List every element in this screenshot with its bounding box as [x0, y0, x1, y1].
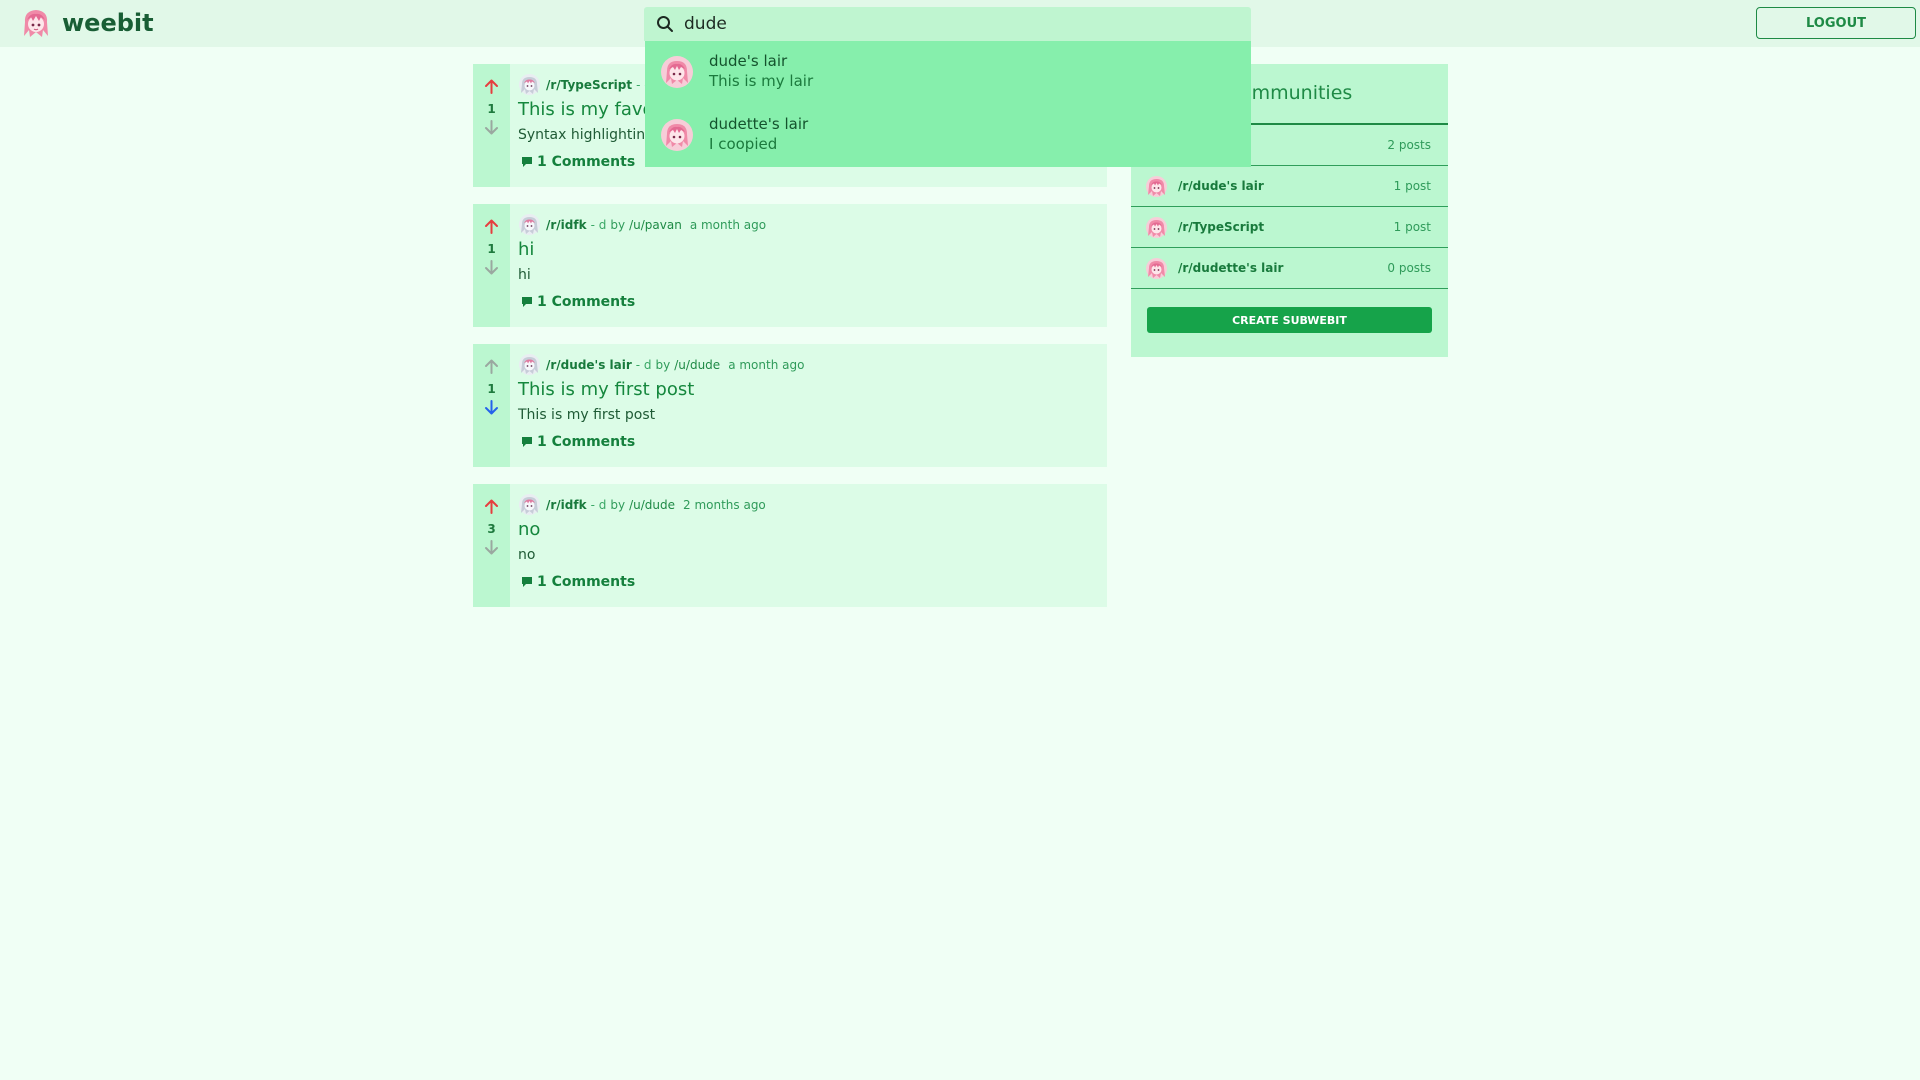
downvote-arrow-icon[interactable] [483, 539, 500, 556]
subreddit-avatar-icon [519, 354, 540, 375]
community-name-link[interactable]: /r/dudette's lair [1178, 261, 1283, 275]
post-timestamp[interactable]: 2 months ago [683, 498, 766, 512]
community-post-count: 0 posts [1387, 261, 1431, 275]
vote-column: 1 [473, 64, 510, 187]
post-author-link[interactable]: /u/pavan [629, 218, 682, 232]
vote-score: 1 [487, 102, 496, 116]
vote-score: 1 [487, 382, 496, 396]
post-card: 3 /r/idfk - d by /u/dude 2 months ago no [473, 484, 1107, 607]
downvote-arrow-icon[interactable] [483, 259, 500, 276]
comments-count: 1 Comments [537, 574, 636, 590]
post-subreddit-link[interactable]: /r/idfk [546, 498, 587, 512]
downvote-arrow-icon[interactable] [483, 399, 500, 416]
vote-column: 1 [473, 204, 510, 327]
community-avatar-icon [661, 56, 693, 88]
community-avatar-icon [1146, 258, 1167, 279]
post-subreddit-link[interactable]: /r/idfk [546, 218, 587, 232]
post-meta-separator: - d [590, 497, 607, 512]
comments-link[interactable]: 1 Comments [521, 294, 635, 310]
comments-link[interactable]: 1 Comments [521, 154, 635, 170]
upvote-arrow-icon[interactable] [483, 78, 500, 95]
post-author-link[interactable]: /u/dude [674, 358, 720, 372]
upvote-arrow-icon[interactable] [483, 498, 500, 515]
post-meta-separator: - d [635, 357, 652, 372]
downvote-arrow-icon[interactable] [483, 119, 500, 136]
search-result-item[interactable]: dude's lair This is my lair [645, 41, 1251, 104]
subreddit-avatar-icon [519, 74, 540, 95]
search-result-description: This is my lair [709, 72, 814, 90]
post-body: hi [518, 267, 531, 283]
brand-name: weebit [62, 9, 154, 37]
search-input[interactable] [684, 9, 1244, 39]
post-timestamp[interactable]: a month ago [690, 218, 766, 232]
community-name-link[interactable]: /r/TypeScript [1178, 220, 1264, 234]
comment-icon [522, 157, 532, 167]
anime-avatar-icon [22, 8, 50, 38]
comments-count: 1 Comments [537, 154, 636, 170]
post-title[interactable]: This is my favo [518, 99, 654, 120]
post-body: This is my first post [518, 407, 656, 423]
post-by-label: by [610, 217, 626, 232]
subreddit-avatar-icon [519, 494, 540, 515]
search-icon [657, 16, 673, 32]
community-post-count: 1 post [1393, 179, 1431, 193]
post-title[interactable]: This is my first post [518, 379, 694, 400]
post-card: 1 /r/dude's lair - d by /u/dude a month … [473, 344, 1107, 467]
search-result-name: dudette's lair [709, 115, 809, 133]
subreddit-avatar-icon [519, 214, 540, 235]
post-meta-separator: - d [590, 217, 607, 232]
post-meta: /r/idfk - d by /u/dude 2 months ago [519, 494, 766, 515]
post-author-link[interactable]: /u/dude [629, 498, 675, 512]
community-avatar-icon [1146, 217, 1167, 238]
comments-link[interactable]: 1 Comments [521, 434, 635, 450]
post-by-label: by [610, 497, 626, 512]
post-body: Syntax highlighting [518, 127, 655, 143]
community-post-count: 2 posts [1387, 138, 1431, 152]
search-results-dropdown: dude's lair This is my lair dudette's la… [645, 41, 1251, 167]
post-timestamp[interactable]: a month ago [728, 358, 804, 372]
community-avatar-icon [1146, 176, 1167, 197]
vote-column: 3 [473, 484, 510, 607]
community-avatar-icon [661, 119, 693, 151]
upvote-arrow-icon[interactable] [483, 218, 500, 235]
post-subreddit-link[interactable]: /r/dude's lair [546, 358, 632, 372]
community-post-count: 1 post [1393, 220, 1431, 234]
vote-column: 1 [473, 344, 510, 467]
community-row[interactable]: /r/dudette's lair 0 posts [1131, 248, 1448, 289]
community-row[interactable]: /r/TypeScript 1 post [1131, 207, 1448, 248]
post-title[interactable]: no [518, 519, 540, 540]
post-title[interactable]: hi [518, 239, 534, 260]
comments-count: 1 Comments [537, 294, 636, 310]
community-name-link[interactable]: /r/dude's lair [1178, 179, 1264, 193]
comment-icon [522, 437, 532, 447]
brand-link[interactable]: weebit [22, 8, 154, 38]
upvote-arrow-icon[interactable] [483, 358, 500, 375]
post-card: 1 /r/idfk - d by /u/pavan a month ago hi [473, 204, 1107, 327]
community-row[interactable]: /r/dude's lair 1 post [1131, 166, 1448, 207]
post-meta: /r/dude's lair - d by /u/dude a month ag… [519, 354, 804, 375]
comments-count: 1 Comments [537, 434, 636, 450]
vote-score: 1 [487, 242, 496, 256]
search-result-name: dude's lair [709, 52, 788, 70]
comment-icon [522, 297, 532, 307]
search-box [644, 7, 1251, 41]
search-result-item[interactable]: dudette's lair I coopied [645, 104, 1251, 167]
post-subreddit-link[interactable]: /r/TypeScript [546, 78, 632, 92]
search-result-description: I coopied [709, 135, 778, 153]
post-meta: /r/idfk - d by /u/pavan a month ago [519, 214, 766, 235]
comments-link[interactable]: 1 Comments [521, 574, 635, 590]
comment-icon [522, 577, 532, 587]
create-subwebit-button[interactable]: CREATE SUBWEBIT [1147, 307, 1432, 333]
vote-score: 3 [487, 522, 496, 536]
post-body: no [518, 547, 536, 563]
logout-button[interactable]: LOGOUT [1756, 7, 1916, 39]
navbar: weebit LOGOUT [0, 0, 1920, 47]
post-by-label: by [655, 357, 671, 372]
